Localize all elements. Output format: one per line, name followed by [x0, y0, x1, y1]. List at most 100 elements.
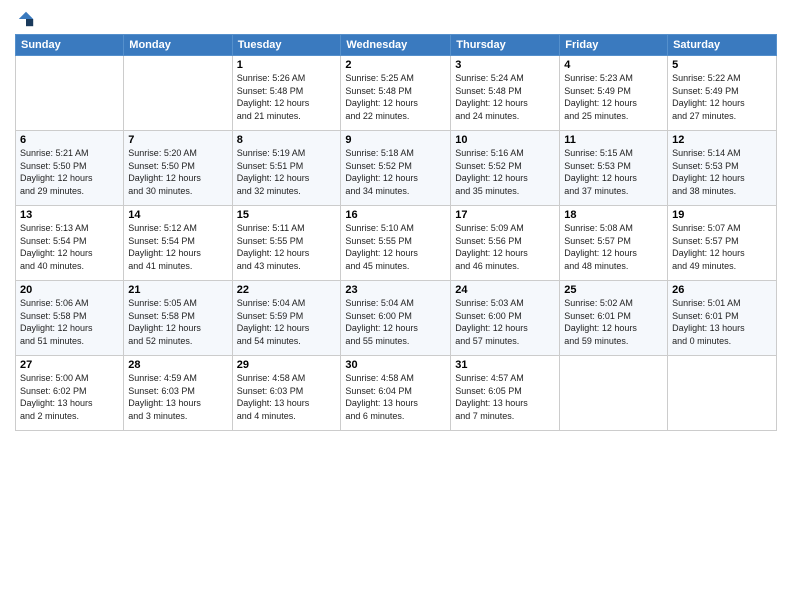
- calendar-cell: 18Sunrise: 5:08 AM Sunset: 5:57 PM Dayli…: [560, 206, 668, 281]
- day-number: 18: [564, 209, 663, 221]
- day-info: Sunrise: 5:13 AM Sunset: 5:54 PM Dayligh…: [20, 222, 119, 272]
- day-info: Sunrise: 4:58 AM Sunset: 6:04 PM Dayligh…: [345, 372, 446, 422]
- day-of-week-saturday: Saturday: [668, 35, 777, 56]
- day-number: 9: [345, 134, 446, 146]
- day-of-week-sunday: Sunday: [16, 35, 124, 56]
- day-info: Sunrise: 5:14 AM Sunset: 5:53 PM Dayligh…: [672, 147, 772, 197]
- calendar-cell: 12Sunrise: 5:14 AM Sunset: 5:53 PM Dayli…: [668, 131, 777, 206]
- calendar-cell: [124, 56, 232, 131]
- calendar-cell: 23Sunrise: 5:04 AM Sunset: 6:00 PM Dayli…: [341, 281, 451, 356]
- day-info: Sunrise: 5:08 AM Sunset: 5:57 PM Dayligh…: [564, 222, 663, 272]
- calendar-cell: [16, 56, 124, 131]
- day-info: Sunrise: 5:20 AM Sunset: 5:50 PM Dayligh…: [128, 147, 227, 197]
- day-number: 6: [20, 134, 119, 146]
- day-number: 8: [237, 134, 337, 146]
- day-info: Sunrise: 5:01 AM Sunset: 6:01 PM Dayligh…: [672, 297, 772, 347]
- day-info: Sunrise: 5:07 AM Sunset: 5:57 PM Dayligh…: [672, 222, 772, 272]
- header: [15, 10, 777, 28]
- day-info: Sunrise: 4:58 AM Sunset: 6:03 PM Dayligh…: [237, 372, 337, 422]
- day-number: 11: [564, 134, 663, 146]
- day-info: Sunrise: 5:18 AM Sunset: 5:52 PM Dayligh…: [345, 147, 446, 197]
- calendar-cell: 6Sunrise: 5:21 AM Sunset: 5:50 PM Daylig…: [16, 131, 124, 206]
- calendar-cell: 24Sunrise: 5:03 AM Sunset: 6:00 PM Dayli…: [451, 281, 560, 356]
- calendar-cell: 2Sunrise: 5:25 AM Sunset: 5:48 PM Daylig…: [341, 56, 451, 131]
- day-number: 3: [455, 59, 555, 71]
- day-number: 16: [345, 209, 446, 221]
- calendar-cell: 8Sunrise: 5:19 AM Sunset: 5:51 PM Daylig…: [232, 131, 341, 206]
- day-number: 25: [564, 284, 663, 296]
- day-info: Sunrise: 4:57 AM Sunset: 6:05 PM Dayligh…: [455, 372, 555, 422]
- calendar-cell: 25Sunrise: 5:02 AM Sunset: 6:01 PM Dayli…: [560, 281, 668, 356]
- calendar-cell: 26Sunrise: 5:01 AM Sunset: 6:01 PM Dayli…: [668, 281, 777, 356]
- day-number: 31: [455, 359, 555, 371]
- calendar-cell: 20Sunrise: 5:06 AM Sunset: 5:58 PM Dayli…: [16, 281, 124, 356]
- day-of-week-wednesday: Wednesday: [341, 35, 451, 56]
- calendar-cell: 21Sunrise: 5:05 AM Sunset: 5:58 PM Dayli…: [124, 281, 232, 356]
- day-info: Sunrise: 5:22 AM Sunset: 5:49 PM Dayligh…: [672, 72, 772, 122]
- day-number: 1: [237, 59, 337, 71]
- calendar-cell: 7Sunrise: 5:20 AM Sunset: 5:50 PM Daylig…: [124, 131, 232, 206]
- calendar-cell: 15Sunrise: 5:11 AM Sunset: 5:55 PM Dayli…: [232, 206, 341, 281]
- day-of-week-thursday: Thursday: [451, 35, 560, 56]
- day-info: Sunrise: 5:04 AM Sunset: 5:59 PM Dayligh…: [237, 297, 337, 347]
- calendar-cell: 5Sunrise: 5:22 AM Sunset: 5:49 PM Daylig…: [668, 56, 777, 131]
- calendar-cell: 11Sunrise: 5:15 AM Sunset: 5:53 PM Dayli…: [560, 131, 668, 206]
- day-info: Sunrise: 5:26 AM Sunset: 5:48 PM Dayligh…: [237, 72, 337, 122]
- day-number: 15: [237, 209, 337, 221]
- logo-icon: [17, 10, 35, 28]
- calendar-cell: 14Sunrise: 5:12 AM Sunset: 5:54 PM Dayli…: [124, 206, 232, 281]
- calendar-cell: 10Sunrise: 5:16 AM Sunset: 5:52 PM Dayli…: [451, 131, 560, 206]
- day-number: 4: [564, 59, 663, 71]
- day-number: 20: [20, 284, 119, 296]
- calendar-cell: [668, 356, 777, 431]
- week-row-3: 13Sunrise: 5:13 AM Sunset: 5:54 PM Dayli…: [16, 206, 777, 281]
- calendar-cell: 13Sunrise: 5:13 AM Sunset: 5:54 PM Dayli…: [16, 206, 124, 281]
- week-row-4: 20Sunrise: 5:06 AM Sunset: 5:58 PM Dayli…: [16, 281, 777, 356]
- day-info: Sunrise: 5:25 AM Sunset: 5:48 PM Dayligh…: [345, 72, 446, 122]
- day-info: Sunrise: 5:11 AM Sunset: 5:55 PM Dayligh…: [237, 222, 337, 272]
- day-number: 19: [672, 209, 772, 221]
- day-info: Sunrise: 5:24 AM Sunset: 5:48 PM Dayligh…: [455, 72, 555, 122]
- week-row-2: 6Sunrise: 5:21 AM Sunset: 5:50 PM Daylig…: [16, 131, 777, 206]
- day-info: Sunrise: 5:19 AM Sunset: 5:51 PM Dayligh…: [237, 147, 337, 197]
- day-info: Sunrise: 4:59 AM Sunset: 6:03 PM Dayligh…: [128, 372, 227, 422]
- day-number: 26: [672, 284, 772, 296]
- day-info: Sunrise: 5:05 AM Sunset: 5:58 PM Dayligh…: [128, 297, 227, 347]
- day-info: Sunrise: 5:09 AM Sunset: 5:56 PM Dayligh…: [455, 222, 555, 272]
- day-number: 2: [345, 59, 446, 71]
- day-info: Sunrise: 5:02 AM Sunset: 6:01 PM Dayligh…: [564, 297, 663, 347]
- calendar-cell: 22Sunrise: 5:04 AM Sunset: 5:59 PM Dayli…: [232, 281, 341, 356]
- day-info: Sunrise: 5:16 AM Sunset: 5:52 PM Dayligh…: [455, 147, 555, 197]
- calendar-cell: 3Sunrise: 5:24 AM Sunset: 5:48 PM Daylig…: [451, 56, 560, 131]
- calendar-cell: 29Sunrise: 4:58 AM Sunset: 6:03 PM Dayli…: [232, 356, 341, 431]
- day-info: Sunrise: 5:21 AM Sunset: 5:50 PM Dayligh…: [20, 147, 119, 197]
- week-row-1: 1Sunrise: 5:26 AM Sunset: 5:48 PM Daylig…: [16, 56, 777, 131]
- day-of-week-tuesday: Tuesday: [232, 35, 341, 56]
- calendar-header-row: SundayMondayTuesdayWednesdayThursdayFrid…: [16, 35, 777, 56]
- week-row-5: 27Sunrise: 5:00 AM Sunset: 6:02 PM Dayli…: [16, 356, 777, 431]
- day-number: 22: [237, 284, 337, 296]
- day-number: 21: [128, 284, 227, 296]
- day-number: 14: [128, 209, 227, 221]
- day-number: 13: [20, 209, 119, 221]
- day-info: Sunrise: 5:15 AM Sunset: 5:53 PM Dayligh…: [564, 147, 663, 197]
- day-info: Sunrise: 5:23 AM Sunset: 5:49 PM Dayligh…: [564, 72, 663, 122]
- day-number: 27: [20, 359, 119, 371]
- calendar-cell: 30Sunrise: 4:58 AM Sunset: 6:04 PM Dayli…: [341, 356, 451, 431]
- day-info: Sunrise: 5:04 AM Sunset: 6:00 PM Dayligh…: [345, 297, 446, 347]
- day-number: 28: [128, 359, 227, 371]
- calendar-cell: 9Sunrise: 5:18 AM Sunset: 5:52 PM Daylig…: [341, 131, 451, 206]
- day-number: 12: [672, 134, 772, 146]
- day-number: 24: [455, 284, 555, 296]
- calendar-cell: 31Sunrise: 4:57 AM Sunset: 6:05 PM Dayli…: [451, 356, 560, 431]
- day-info: Sunrise: 5:12 AM Sunset: 5:54 PM Dayligh…: [128, 222, 227, 272]
- day-number: 7: [128, 134, 227, 146]
- day-info: Sunrise: 5:00 AM Sunset: 6:02 PM Dayligh…: [20, 372, 119, 422]
- calendar-cell: 1Sunrise: 5:26 AM Sunset: 5:48 PM Daylig…: [232, 56, 341, 131]
- day-info: Sunrise: 5:10 AM Sunset: 5:55 PM Dayligh…: [345, 222, 446, 272]
- day-info: Sunrise: 5:06 AM Sunset: 5:58 PM Dayligh…: [20, 297, 119, 347]
- day-number: 10: [455, 134, 555, 146]
- calendar-cell: 19Sunrise: 5:07 AM Sunset: 5:57 PM Dayli…: [668, 206, 777, 281]
- day-number: 5: [672, 59, 772, 71]
- logo: [15, 10, 35, 28]
